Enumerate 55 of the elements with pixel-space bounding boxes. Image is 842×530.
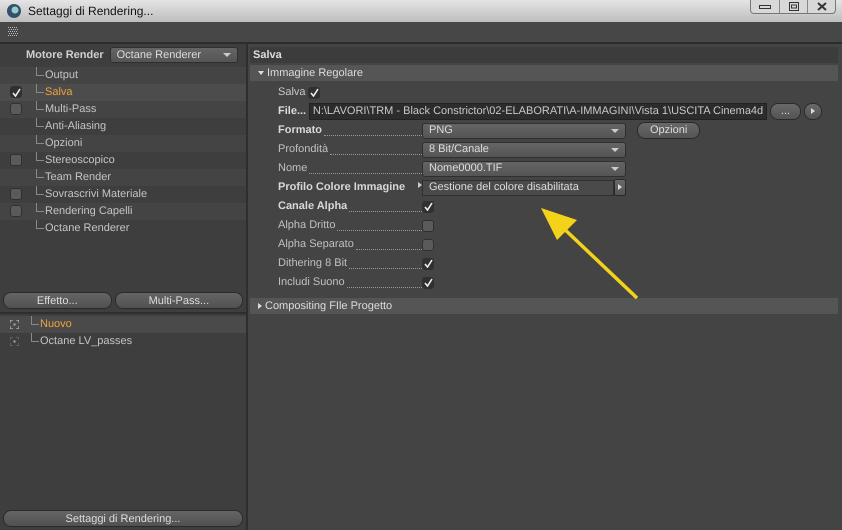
checkbox[interactable] <box>308 86 320 98</box>
field-label: Includi Suono <box>278 275 345 290</box>
checkbox[interactable] <box>10 154 22 166</box>
profile-field[interactable]: Gestione del colore disabilitata <box>422 180 614 196</box>
app-icon <box>6 3 22 19</box>
field-label: Profilo Colore Immagine <box>278 180 406 196</box>
options-button[interactable]: Opzioni <box>637 122 700 139</box>
field-label: Salva <box>278 85 306 100</box>
panel-button[interactable]: Multi-Pass... <box>114 292 244 310</box>
target-icon <box>10 320 19 330</box>
tree-item[interactable]: Anti-Aliasing <box>0 118 246 134</box>
section-header[interactable]: Compositing FIle Progetto <box>250 298 838 314</box>
tree-item[interactable]: Output <box>0 66 246 84</box>
checkbox[interactable] <box>10 188 22 200</box>
render-settings-button[interactable]: Settaggi di Rendering... <box>2 510 244 527</box>
arrow-button[interactable] <box>804 103 822 120</box>
checkbox[interactable] <box>10 103 22 115</box>
dropdown[interactable]: 8 Bit/Canale <box>422 142 626 158</box>
tree-item[interactable]: Stereoscopico <box>0 152 246 168</box>
engine-dropdown[interactable]: Octane Renderer <box>110 47 238 64</box>
field-label: Profondità <box>278 142 328 158</box>
checkbox[interactable] <box>422 200 434 212</box>
tree-item[interactable]: Sovrascrivi Materiale <box>0 186 246 202</box>
path-field[interactable]: N:\LAVORI\TRM - Black Constrictor\02-ELABORATI\A-IMMAGINI\Vista 1\USCITA Cinema4d <box>308 103 768 120</box>
checkbox[interactable] <box>422 238 434 250</box>
section-header[interactable]: Immagine Regolare <box>250 65 838 81</box>
field-label: Alpha Dritto <box>278 218 336 234</box>
engine-label: Motore Render <box>26 48 104 63</box>
checkbox[interactable] <box>10 205 22 217</box>
settings-item[interactable]: Octane LV_passes <box>0 333 246 350</box>
panel-button[interactable]: Effetto... <box>2 292 112 310</box>
window-title: Settaggi di Rendering... <box>28 3 154 20</box>
checkbox[interactable] <box>422 258 434 270</box>
checkbox[interactable] <box>10 86 22 98</box>
dropdown[interactable]: Nome0000.TIF <box>422 160 626 176</box>
checkbox[interactable] <box>422 276 434 288</box>
tree-item[interactable]: Rendering Capelli <box>0 202 246 220</box>
browse-button[interactable]: ... <box>770 103 802 120</box>
tree-item[interactable]: Multi-Pass <box>0 100 246 118</box>
settings-item[interactable]: Nuovo <box>0 316 246 334</box>
field-label: Alpha Separato <box>278 237 354 252</box>
field-label: File... <box>278 104 306 120</box>
dropdown[interactable]: PNG <box>422 122 626 138</box>
tree-item[interactable]: Octane Renderer <box>0 220 246 236</box>
tree-item[interactable]: Team Render <box>0 168 246 186</box>
tree-item[interactable]: Salva <box>0 84 246 100</box>
field-label: Dithering 8 Bit <box>278 256 348 272</box>
target-icon <box>10 337 19 346</box>
field-label: Nome <box>278 161 308 176</box>
arrow-button[interactable] <box>614 179 626 196</box>
tree-item[interactable]: Opzioni <box>0 134 246 152</box>
panel-title: Salva <box>250 47 838 63</box>
checkbox[interactable] <box>422 220 434 232</box>
field-label: Formato <box>278 123 322 138</box>
field-label: Canale Alpha <box>278 199 348 214</box>
